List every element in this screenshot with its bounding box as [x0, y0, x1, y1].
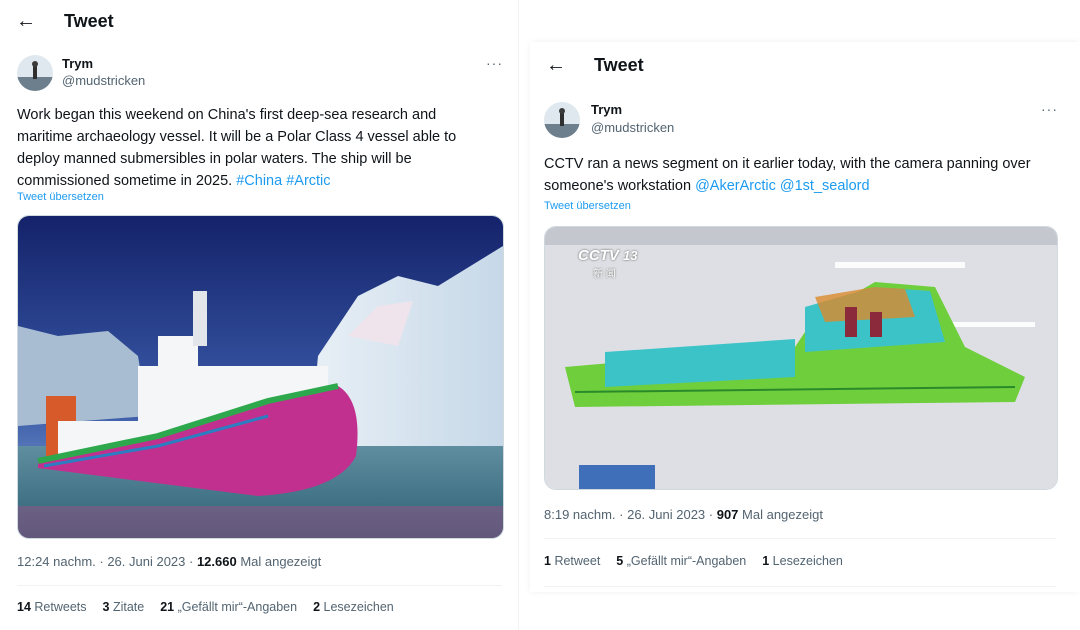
cctv-screen-image: CCTV 13 新 闻 — [545, 227, 1057, 489]
stat-label: „Gefällt mir“-Angaben — [626, 554, 747, 568]
translate-link[interactable]: Tweet übersetzen — [17, 191, 104, 203]
ship-render-image — [18, 216, 503, 538]
retweets-stat[interactable]: 1 Retweet — [544, 554, 600, 568]
more-options-icon[interactable]: ··· — [1041, 101, 1058, 117]
tweet-panel-left: ← Tweet Trym @mudstricken ··· Work began… — [0, 0, 519, 630]
stat-count: 14 — [17, 600, 31, 614]
quotes-stat[interactable]: 3 Zitate — [103, 600, 145, 614]
header-left: ← Tweet — [14, 10, 114, 33]
engagement-stats: 14 Retweets 3 Zitate 21 „Gefällt mir“-An… — [17, 600, 394, 614]
stat-count: 1 — [762, 554, 770, 568]
stat-count: 5 — [616, 554, 624, 568]
likes-stat[interactable]: 5 „Gefällt mir“-Angaben — [616, 554, 746, 568]
stat-count: 3 — [102, 600, 110, 614]
more-options-icon[interactable]: ··· — [486, 55, 503, 71]
divider — [544, 538, 1056, 539]
tweet-timestamp: 8:19 nachm. · 26. Juni 2023 · 907 Mal an… — [544, 507, 823, 522]
mention-link[interactable]: @AkerArctic — [695, 178, 776, 194]
cctv-logo: CCTV 13 — [578, 247, 637, 264]
tweet-panel-right: ← Tweet Trym @mudstricken ··· CCTV ran a… — [530, 42, 1080, 592]
tweet-text: CCTV ran a news segment on it earlier to… — [544, 153, 1054, 197]
divider — [544, 586, 1056, 587]
timestamp-text[interactable]: 8:19 nachm. · 26. Juni 2023 · — [544, 507, 717, 522]
engagement-stats: 1 Retweet 5 „Gefällt mir“-Angaben 1 Lese… — [544, 554, 843, 568]
page-title: Tweet — [594, 55, 644, 75]
stat-label: Lesezeichen — [772, 554, 843, 568]
tweet-image[interactable]: CCTV 13 新 闻 — [544, 226, 1058, 490]
hashtag-link[interactable]: #Arctic — [286, 173, 330, 189]
view-label: Mal angezeigt — [236, 554, 322, 569]
timestamp-text[interactable]: 12:24 nachm. · 26. Juni 2023 · — [17, 554, 197, 569]
user-handle[interactable]: @mudstricken — [62, 73, 145, 88]
stat-label: „Gefällt mir“-Angaben — [177, 600, 298, 614]
mention-link[interactable]: @1st_sealord — [780, 178, 870, 194]
view-label: Mal angezeigt — [738, 507, 823, 522]
hashtag-link[interactable]: #China — [236, 173, 282, 189]
view-count: 12.660 — [196, 554, 237, 569]
likes-stat[interactable]: 21 „Gefällt mir“-Angaben — [160, 600, 297, 614]
header-right: ← Tweet — [544, 54, 644, 77]
user-handle[interactable]: @mudstricken — [591, 120, 674, 135]
cctv-brand: CCTV — [578, 247, 619, 264]
stat-count: 1 — [544, 554, 551, 568]
stat-count: 21 — [160, 600, 175, 614]
stat-label: Lesezeichen — [323, 600, 394, 614]
avatar[interactable] — [544, 102, 580, 138]
page-title: Tweet — [64, 11, 114, 31]
stat-label: Retweets — [34, 600, 87, 614]
bookmarks-stat[interactable]: 2 Lesezeichen — [313, 600, 394, 614]
cctv-channel: 13 — [623, 248, 638, 263]
stat-count: 2 — [313, 600, 321, 614]
user-name[interactable]: Trym — [591, 102, 622, 117]
stat-label: Retweet — [554, 554, 601, 568]
tweet-timestamp: 12:24 nachm. · 26. Juni 2023 · 12.660 Ma… — [17, 554, 321, 569]
translate-link[interactable]: Tweet übersetzen — [544, 200, 631, 212]
tweet-image[interactable] — [17, 215, 504, 539]
user-name[interactable]: Trym — [62, 56, 93, 71]
retweets-stat[interactable]: 14 Retweets — [17, 600, 87, 614]
back-arrow-icon[interactable]: ← — [544, 54, 568, 77]
bookmarks-stat[interactable]: 1 Lesezeichen — [762, 554, 843, 568]
avatar[interactable] — [17, 55, 53, 91]
tweet-text: Work began this weekend on China's first… — [17, 104, 487, 192]
cctv-sub: 新 闻 — [593, 269, 616, 280]
divider — [17, 585, 502, 586]
stat-label: Zitate — [112, 600, 145, 614]
back-arrow-icon[interactable]: ← — [14, 10, 38, 33]
view-count: 907 — [716, 507, 739, 522]
